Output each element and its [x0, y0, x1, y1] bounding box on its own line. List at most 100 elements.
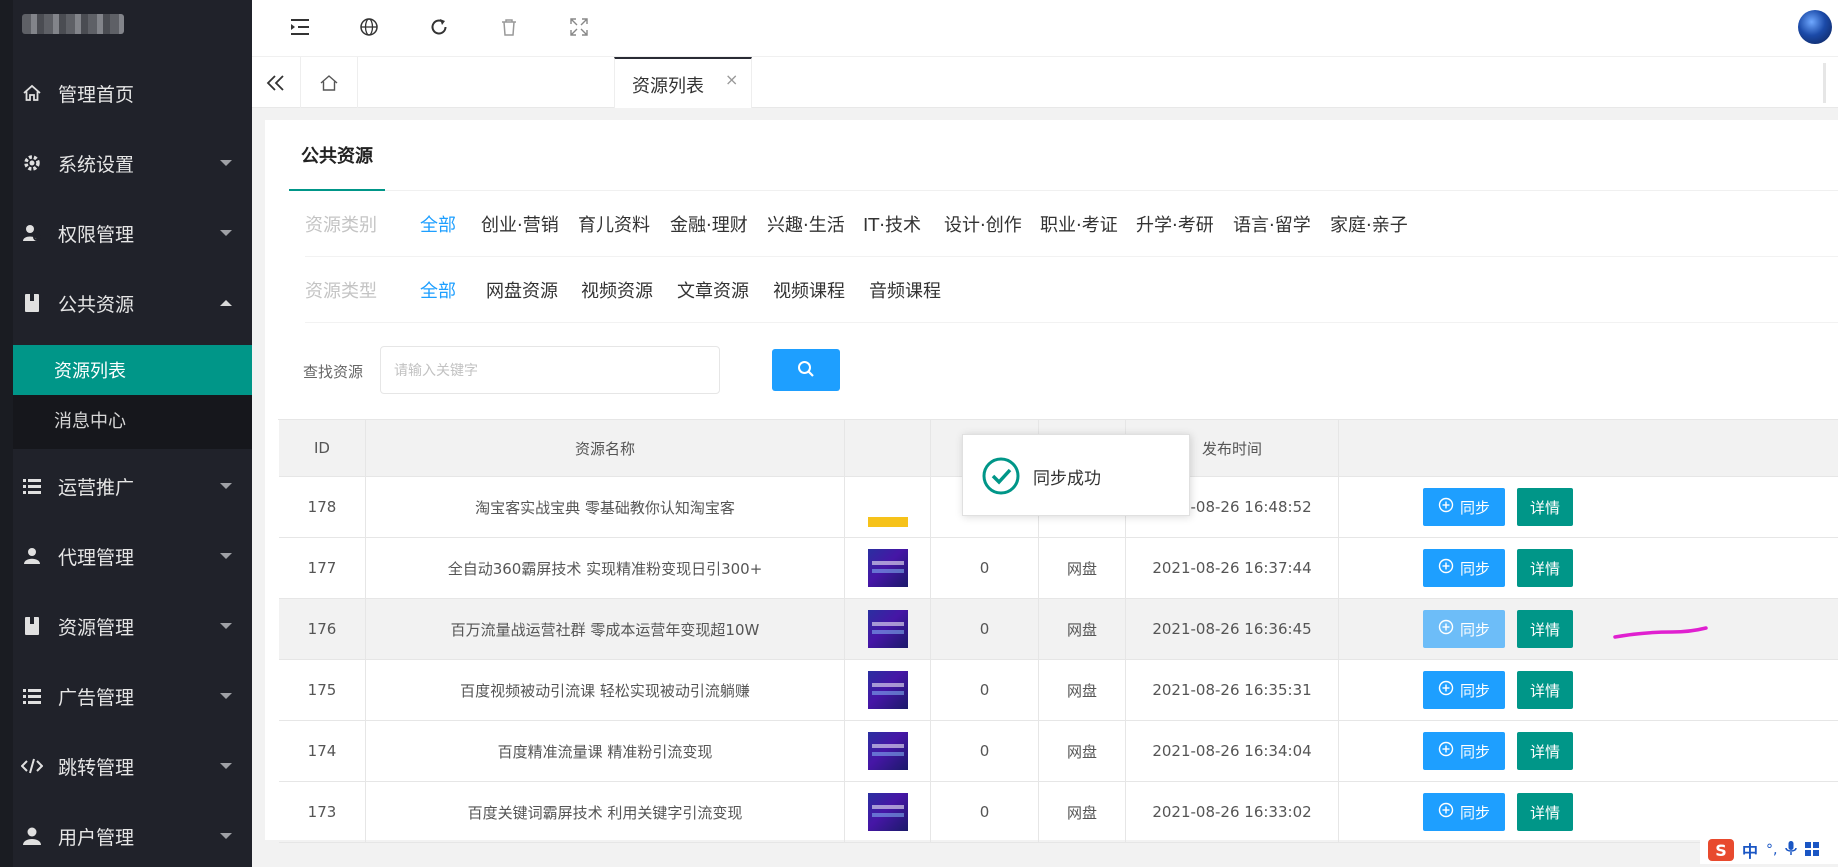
resource-thumbnail: [867, 549, 908, 587]
column-header-image: [845, 420, 931, 476]
type-option[interactable]: 文章资源: [677, 277, 749, 303]
search-input[interactable]: [380, 346, 720, 394]
cell-time: 2021-08-26 16:35:31: [1126, 660, 1339, 720]
user-icon: [21, 825, 43, 847]
category-option[interactable]: 设计·创作: [944, 211, 1022, 237]
sidebar-item-public-resources[interactable]: 公共资源: [13, 268, 252, 338]
detail-button[interactable]: 详情: [1517, 732, 1573, 770]
cell-name: 百万流量战运营社群 零成本运营年变现超10W: [366, 599, 845, 659]
category-option[interactable]: 职业·考证: [1040, 211, 1118, 237]
sidebar-subitem-message-center[interactable]: 消息中心: [13, 395, 252, 445]
sidebar-item-users[interactable]: 用户管理: [13, 801, 252, 867]
type-option[interactable]: 视频课程: [773, 277, 845, 303]
cell-id: 173: [279, 782, 366, 842]
type-option[interactable]: 全部: [420, 277, 456, 303]
avatar[interactable]: [1798, 10, 1832, 44]
microphone-icon: [1785, 840, 1798, 860]
fullscreen-icon[interactable]: [566, 14, 592, 40]
sync-button-label: 同步: [1459, 499, 1490, 517]
sync-button[interactable]: 同步: [1423, 488, 1505, 526]
home-tab-icon[interactable]: [300, 57, 358, 108]
category-option[interactable]: 全部: [420, 211, 456, 237]
sidebar-subitem-label: 消息中心: [54, 411, 126, 432]
sidebar-item-resource-management[interactable]: 资源管理: [13, 591, 252, 661]
column-header-name: 资源名称: [366, 420, 845, 476]
chevron-up-icon: [220, 300, 232, 306]
cell-image: [845, 599, 931, 659]
check-circle-icon: [982, 457, 1020, 495]
sync-button-label: 同步: [1459, 621, 1490, 639]
category-option[interactable]: 语言·留学: [1233, 211, 1311, 237]
trash-icon[interactable]: [496, 14, 522, 40]
type-option[interactable]: 音频课程: [869, 277, 941, 303]
sync-button[interactable]: 同步: [1423, 610, 1505, 648]
sidebar-item-redirects[interactable]: 跳转管理: [13, 731, 252, 801]
detail-button[interactable]: 详情: [1517, 488, 1573, 526]
card-title: 公共资源: [289, 120, 385, 191]
sidebar-item-system-settings[interactable]: 系统设置: [13, 128, 252, 198]
tabs-scroll-edge: [1823, 63, 1826, 103]
type-filter-label: 资源类型: [305, 281, 377, 302]
sidebar-item-label: 公共资源: [58, 293, 135, 316]
book-icon: [21, 615, 43, 637]
plus-circle-icon: [1438, 680, 1454, 700]
resource-thumbnail: [867, 732, 908, 770]
cell-count: 0: [931, 782, 1039, 842]
sidebar-item-label: 用户管理: [58, 826, 135, 849]
resource-thumbnail: [867, 610, 908, 648]
close-icon[interactable]: ×: [725, 70, 738, 89]
cell-actions: 同步 详情: [1339, 721, 1838, 781]
card-header: 公共资源: [289, 120, 1838, 191]
sidebar-item-operations[interactable]: 运营推广: [13, 451, 252, 521]
sidebar-subitem-resource-list[interactable]: 资源列表: [13, 345, 252, 395]
cell-actions: 同步 详情: [1339, 538, 1838, 598]
cell-image: [845, 477, 931, 537]
ime-mode: 中: [1742, 842, 1759, 861]
top-header: [252, 0, 1838, 57]
detail-button[interactable]: 详情: [1517, 671, 1573, 709]
chevron-down-icon: [220, 833, 232, 839]
cell-id: 178: [279, 477, 366, 537]
tabs-scroll-left-icon[interactable]: [252, 57, 300, 108]
detail-button[interactable]: 详情: [1517, 793, 1573, 831]
search-button[interactable]: [772, 349, 840, 391]
category-option[interactable]: 育儿资料: [578, 211, 650, 237]
user-key-icon: [21, 222, 43, 244]
users-icon: [21, 545, 43, 567]
sync-button[interactable]: 同步: [1423, 671, 1505, 709]
book-icon: [21, 292, 43, 314]
cell-name: 百度精准流量课 精准粉引流变现: [366, 721, 845, 781]
sidebar-item-permissions[interactable]: 权限管理: [13, 198, 252, 268]
sync-button[interactable]: 同步: [1423, 549, 1505, 587]
sidebar-item-agents[interactable]: 代理管理: [13, 521, 252, 591]
plus-circle-icon: [1438, 619, 1454, 639]
type-option[interactable]: 视频资源: [581, 277, 653, 303]
category-option[interactable]: 金融·理财: [670, 211, 748, 237]
detail-button[interactable]: 详情: [1517, 610, 1573, 648]
sidebar-item-home[interactable]: 管理首页: [13, 58, 252, 128]
sidebar-item-ads[interactable]: 广告管理: [13, 661, 252, 731]
category-option[interactable]: 创业·营销: [481, 211, 559, 237]
sync-button[interactable]: 同步: [1423, 793, 1505, 831]
cell-image: [845, 782, 931, 842]
category-option[interactable]: 家庭·亲子: [1330, 211, 1408, 237]
sync-button[interactable]: 同步: [1423, 732, 1505, 770]
tab-resource-list[interactable]: 资源列表 ×: [614, 57, 752, 108]
type-option[interactable]: 网盘资源: [486, 277, 558, 303]
cell-id: 175: [279, 660, 366, 720]
logo-blurred-image: [22, 14, 124, 34]
chevron-down-icon: [220, 763, 232, 769]
sync-button-label: 同步: [1459, 804, 1490, 822]
resource-thumbnail: [867, 517, 908, 527]
category-option[interactable]: 升学·考研: [1136, 211, 1214, 237]
cell-name: 百度视频被动引流课 轻松实现被动引流躺赚: [366, 660, 845, 720]
sidebar-item-label: 管理首页: [58, 83, 135, 106]
globe-icon[interactable]: [356, 14, 382, 40]
menu-fold-icon[interactable]: [287, 14, 313, 40]
sidebar-subitem-label: 资源列表: [54, 361, 126, 382]
refresh-icon[interactable]: [426, 14, 452, 40]
detail-button[interactable]: 详情: [1517, 549, 1573, 587]
ime-toolbar[interactable]: S 中 °,: [1700, 836, 1838, 864]
category-option[interactable]: IT·技术: [863, 211, 921, 237]
category-option[interactable]: 兴趣·生活: [767, 211, 845, 237]
